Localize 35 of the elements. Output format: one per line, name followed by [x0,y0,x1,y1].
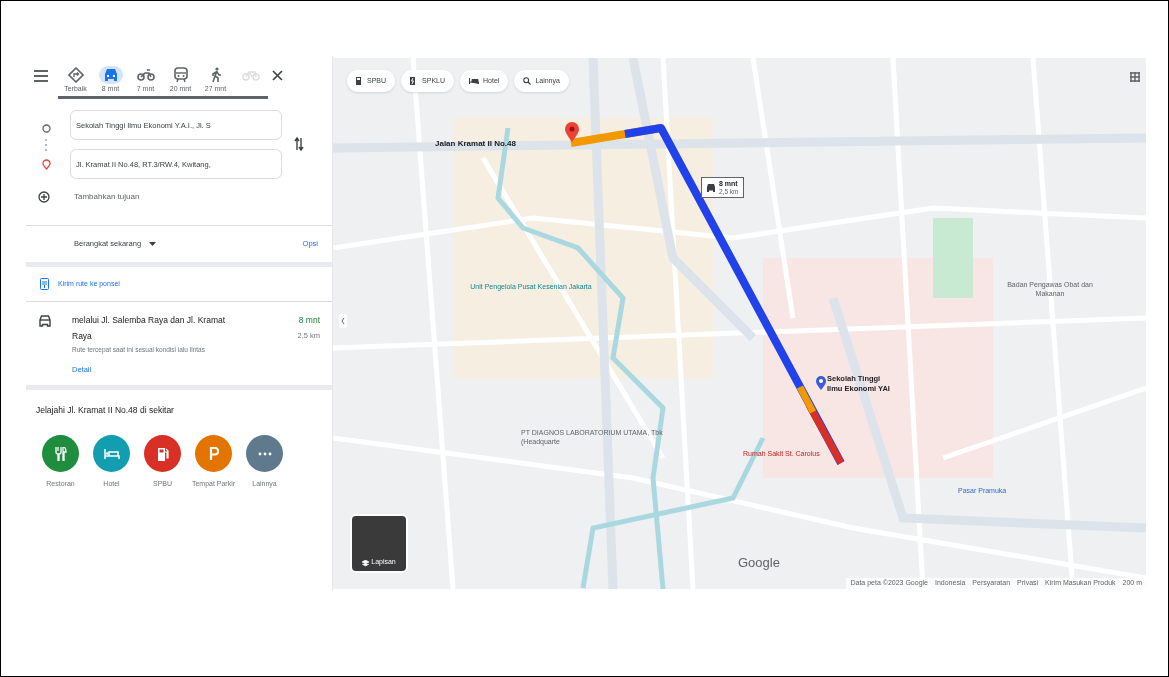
fuel-pump-icon [356,77,363,85]
fork-knife-icon [54,446,67,461]
location-pin-icon [816,376,826,390]
add-circle-icon[interactable] [38,191,50,203]
walking-person-icon [209,67,222,83]
origin-circle-icon [41,124,51,133]
bicycle-icon [241,69,260,81]
parking-p-icon [208,447,219,460]
add-destination-button[interactable]: Tambahkan tujuan [74,191,140,203]
destination-pin-icon [41,159,51,170]
layers-icon [362,560,370,567]
search-icon [523,77,532,85]
route-diamond-icon [67,67,84,83]
route-duration: 8 mnt [298,314,320,327]
motorcycle-icon [136,69,155,81]
car-icon [102,68,119,82]
close-icon[interactable] [272,70,283,81]
train-icon [173,67,188,83]
swap-arrows-icon[interactable] [294,136,304,152]
phone-icon [40,278,49,290]
google-logo: Google [738,554,780,572]
bed-icon [103,448,120,459]
car-icon [706,183,716,192]
menu-icon[interactable] [34,70,48,82]
route-via-text: melalui Jl. Salemba Raya dan Jl. Kramat Raya [72,314,227,343]
map-place-label: Jalan Kramat II No.48 [435,138,516,150]
location-pin-icon [565,122,579,142]
fuel-pump-icon [156,446,169,461]
explore-heading: Jelajahi Jl. Kramat II No.48 di sekitar [35,404,175,417]
collapse-panel-icon[interactable] [339,314,347,328]
dots-icon [257,451,272,456]
grid-icon[interactable] [1130,72,1140,82]
car-icon [38,315,52,327]
caret-icon [149,242,157,246]
bed-icon [469,78,480,84]
